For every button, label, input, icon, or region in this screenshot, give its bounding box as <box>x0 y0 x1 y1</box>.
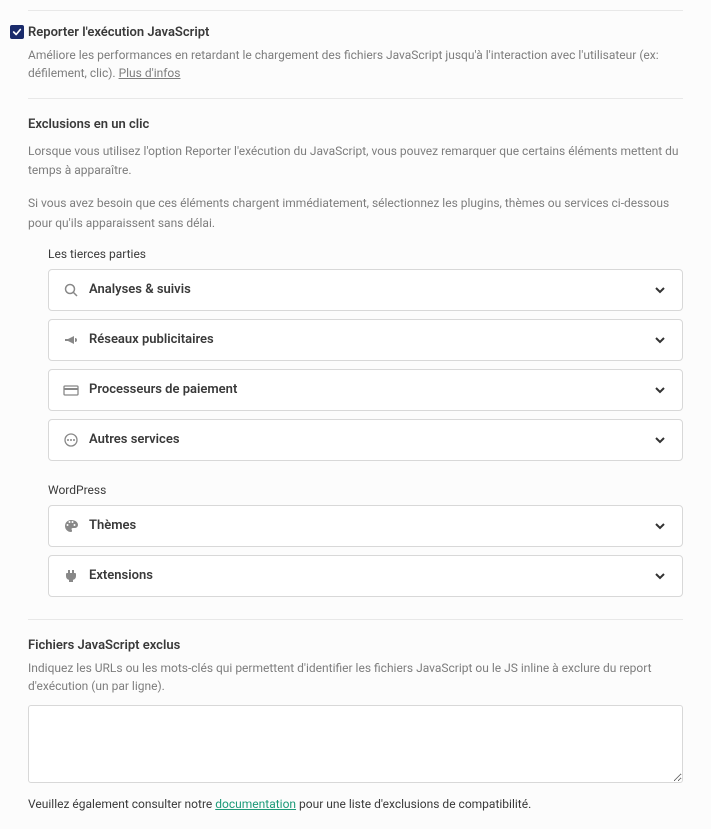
megaphone-icon <box>63 332 79 348</box>
one-click-title: Exclusions en un clic <box>28 117 683 132</box>
excluded-files-title: Fichiers JavaScript exclus <box>28 638 683 653</box>
accordion-label: Analyses & suivis <box>89 282 652 297</box>
chevron-down-icon <box>652 568 668 584</box>
chevron-down-icon <box>652 282 668 298</box>
accordion-other-services[interactable]: Autres services <box>48 419 683 461</box>
chevron-down-icon <box>652 332 668 348</box>
palette-icon <box>63 518 79 534</box>
section-description: Améliore les performances en retardant l… <box>0 46 711 98</box>
accordion-label: Réseaux publicitaires <box>89 332 652 347</box>
one-click-desc-2: Si vous avez besoin que ces éléments cha… <box>28 194 683 232</box>
excluded-files-desc: Indiquez les URLs ou les mots-clés qui p… <box>28 659 683 695</box>
search-icon <box>63 282 79 298</box>
more-info-link[interactable]: Plus d'infos <box>119 66 181 80</box>
defer-js-checkbox[interactable] <box>10 25 24 39</box>
dots-icon <box>63 432 79 448</box>
accordion-ad-networks[interactable]: Réseaux publicitaires <box>48 319 683 361</box>
chevron-down-icon <box>652 382 668 398</box>
chevron-down-icon <box>652 432 668 448</box>
accordion-themes[interactable]: Thèmes <box>48 505 683 547</box>
accordion-label: Processeurs de paiement <box>89 382 652 397</box>
one-click-desc-1: Lorsque vous utilisez l'option Reporter … <box>28 142 683 180</box>
chevron-down-icon <box>652 518 668 534</box>
section-title: Reporter l'exécution JavaScript <box>28 25 209 40</box>
plug-icon <box>63 568 79 584</box>
third-party-group-label: Les tierces parties <box>48 247 683 261</box>
accordion-payment[interactable]: Processeurs de paiement <box>48 369 683 411</box>
accordion-extensions[interactable]: Extensions <box>48 555 683 597</box>
documentation-link[interactable]: documentation <box>215 797 296 811</box>
credit-card-icon <box>63 382 79 398</box>
accordion-label: Extensions <box>89 568 652 583</box>
excluded-files-textarea[interactable] <box>28 705 683 783</box>
accordion-label: Autres services <box>89 432 652 447</box>
wordpress-group-label: WordPress <box>48 483 683 497</box>
accordion-label: Thèmes <box>89 518 652 533</box>
documentation-note: Veuillez également consulter notre docum… <box>28 797 683 811</box>
accordion-analytics[interactable]: Analyses & suivis <box>48 269 683 311</box>
